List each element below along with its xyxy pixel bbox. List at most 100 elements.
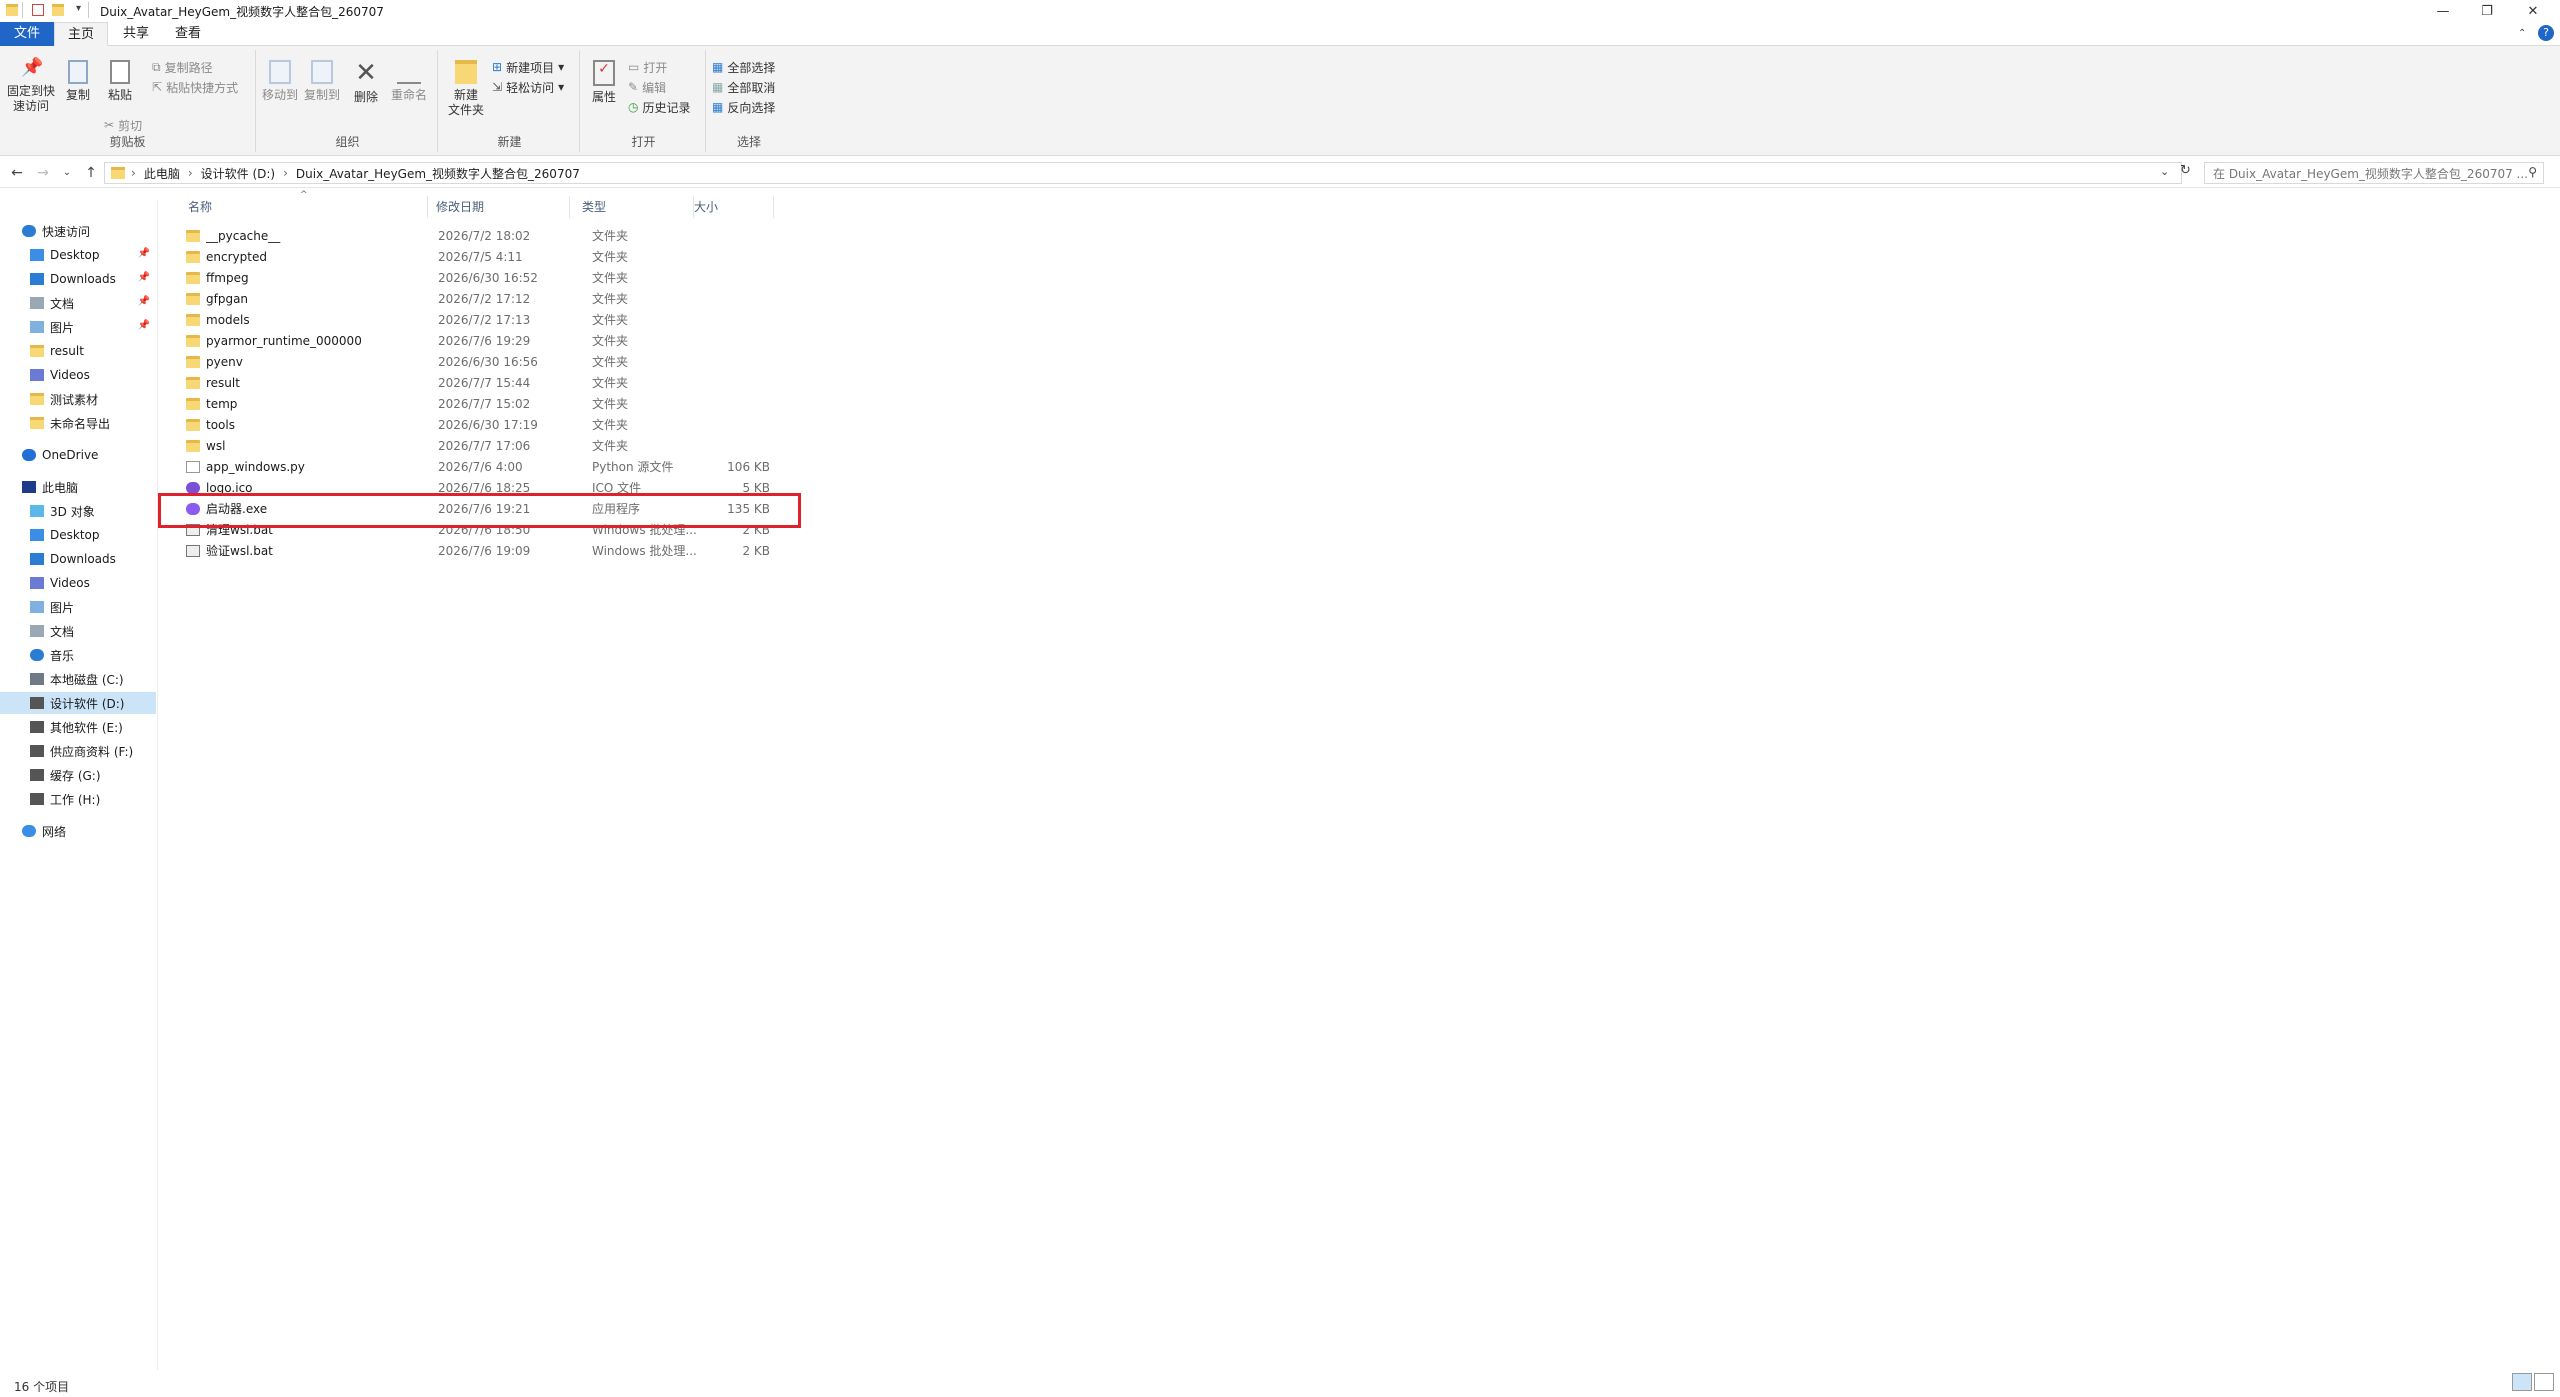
copy-icon: [68, 60, 88, 84]
quick-access-dropdown-icon[interactable]: ▾: [76, 3, 81, 14]
sidebar-item[interactable]: 图片: [0, 596, 156, 618]
file-row[interactable]: result 2026/7/7 15:44 文件夹: [170, 373, 970, 394]
column-header-type[interactable]: 类型: [570, 196, 694, 218]
maximize-button[interactable]: ❐: [2466, 0, 2508, 22]
breadcrumb-this-pc[interactable]: 此电脑: [138, 165, 186, 182]
file-row[interactable]: pyenv 2026/6/30 16:56 文件夹: [170, 352, 970, 373]
collapse-ribbon-icon[interactable]: ⌃: [2518, 28, 2526, 39]
file-row[interactable]: pyarmor_runtime_000000 2026/7/6 19:29 文件夹: [170, 331, 970, 352]
column-header-date[interactable]: 修改日期: [428, 196, 570, 218]
sidebar-item[interactable]: 供应商资料 (F:): [0, 740, 156, 762]
breadcrumb-drive-d[interactable]: 设计软件 (D:): [195, 165, 281, 182]
pin-quick-access-button[interactable]: 📌 固定到快 速访问: [4, 59, 58, 114]
copy-path-button[interactable]: ⧉ 复制路径: [152, 58, 213, 76]
rename-button[interactable]: 重命名: [388, 60, 430, 103]
properties-button[interactable]: ✓ 属性: [586, 60, 622, 105]
sidebar-item[interactable]: 工作 (H:): [0, 788, 156, 810]
sidebar-item[interactable]: 设计软件 (D:): [0, 692, 156, 714]
sidebar-item[interactable]: Downloads 📌: [0, 268, 156, 290]
breadcrumb-current-folder[interactable]: Duix_Avatar_HeyGem_视频数字人整合包_260707: [290, 165, 586, 182]
sidebar-item[interactable]: 未命名导出: [0, 412, 156, 434]
delete-button[interactable]: ✕ 删除: [350, 60, 382, 105]
sidebar-item[interactable]: 文档: [0, 620, 156, 642]
pin-icon[interactable]: 📌: [138, 296, 150, 307]
sidebar-item[interactable]: 快速访问: [0, 220, 156, 242]
tab-home[interactable]: 主页: [54, 22, 108, 46]
pin-icon[interactable]: 📌: [138, 272, 150, 283]
file-row[interactable]: 验证wsl.bat 2026/7/6 19:09 Windows 批处理... 2 K…: [170, 541, 970, 562]
pin-icon[interactable]: 📌: [138, 320, 150, 331]
chevron-right-icon: ›: [283, 166, 288, 180]
sidebar-item[interactable]: 此电脑: [0, 476, 156, 498]
invert-selection-button[interactable]: ▦ 反向选择: [712, 98, 775, 116]
column-header-name[interactable]: 名称: [170, 196, 428, 218]
tab-file[interactable]: 文件: [0, 22, 54, 46]
properties-icon[interactable]: [32, 4, 44, 16]
pin-icon[interactable]: 📌: [138, 248, 150, 259]
copy-to-button[interactable]: 复制到: [302, 60, 342, 103]
open-button[interactable]: ▭ 打开: [628, 58, 667, 76]
file-row[interactable]: tools 2026/6/30 17:19 文件夹: [170, 415, 970, 436]
tab-view[interactable]: 查看: [162, 22, 214, 46]
easy-access-button[interactable]: ⇲ 轻松访问 ▾: [492, 78, 564, 96]
new-folder-button[interactable]: 新建 文件夹: [444, 60, 488, 118]
minimize-button[interactable]: —: [2422, 0, 2464, 22]
sidebar-item[interactable]: Videos: [0, 364, 156, 386]
sidebar-item[interactable]: 文档 📌: [0, 292, 156, 314]
move-to-button[interactable]: 移动到: [260, 60, 300, 103]
sidebar-item[interactable]: Desktop: [0, 524, 156, 546]
file-row[interactable]: encrypted 2026/7/5 4:11 文件夹: [170, 247, 970, 268]
select-none-button[interactable]: ▦ 全部取消: [712, 78, 775, 96]
sidebar-item[interactable]: 网络: [0, 820, 156, 842]
file-row[interactable]: ffmpeg 2026/6/30 16:52 文件夹: [170, 268, 970, 289]
file-row[interactable]: __pycache__ 2026/7/2 18:02 文件夹: [170, 226, 970, 247]
back-arrow-icon[interactable]: ←: [6, 163, 28, 183]
sidebar-item[interactable]: OneDrive: [0, 444, 156, 466]
paste-button[interactable]: 粘贴: [102, 60, 138, 103]
select-none-label: 全部取消: [727, 80, 776, 95]
file-row[interactable]: models 2026/7/2 17:13 文件夹: [170, 310, 970, 331]
forward-arrow-icon[interactable]: →: [32, 163, 54, 183]
file-type: 文件夹: [592, 334, 629, 348]
sidebar-item[interactable]: Desktop 📌: [0, 244, 156, 266]
picture-icon: [30, 601, 44, 613]
sidebar-item[interactable]: Videos: [0, 572, 156, 594]
properties-label: 属性: [591, 90, 616, 104]
sidebar-item[interactable]: 图片 📌: [0, 316, 156, 338]
up-arrow-icon[interactable]: ↑: [80, 163, 102, 183]
cut-button[interactable]: ✂ 剪切: [104, 116, 142, 134]
edit-button[interactable]: ✎ 编辑: [628, 78, 666, 96]
address-bar[interactable]: › 此电脑 › 设计软件 (D:) › Duix_Avatar_HeyGem_视…: [104, 162, 2182, 184]
sidebar-item[interactable]: 缓存 (G:): [0, 764, 156, 786]
sidebar-item-label: 文档: [50, 296, 75, 311]
file-row[interactable]: app_windows.py 2026/7/6 4:00 Python 源文件 106…: [170, 457, 970, 478]
tab-share[interactable]: 共享: [110, 22, 162, 46]
help-icon[interactable]: ?: [2538, 25, 2554, 41]
sidebar-item[interactable]: 本地磁盘 (C:): [0, 668, 156, 690]
details-view-icon[interactable]: [2512, 1373, 2532, 1391]
new-item-button[interactable]: ⊞ 新建项目 ▾: [492, 58, 564, 76]
select-all-button[interactable]: ▦ 全部选择: [712, 58, 775, 76]
file-size: [714, 352, 770, 373]
sidebar-item[interactable]: 测试素材: [0, 388, 156, 410]
history-button[interactable]: ◷ 历史记录: [628, 98, 691, 116]
column-header-size[interactable]: 大小: [694, 196, 774, 218]
large-icons-view-icon[interactable]: [2534, 1373, 2554, 1391]
file-type: Windows 批处理...: [592, 544, 697, 558]
sidebar-item[interactable]: 其他软件 (E:): [0, 716, 156, 738]
refresh-icon[interactable]: ↻: [2180, 163, 2191, 178]
file-row[interactable]: gfpgan 2026/7/2 17:12 文件夹: [170, 289, 970, 310]
paste-shortcut-button[interactable]: ⇱ 粘贴快捷方式: [152, 78, 238, 96]
sidebar-item[interactable]: 3D 对象: [0, 500, 156, 522]
sidebar-item[interactable]: result: [0, 340, 156, 362]
file-row[interactable]: wsl 2026/7/7 17:06 文件夹: [170, 436, 970, 457]
recent-locations-icon[interactable]: ⌄: [56, 163, 78, 183]
new-folder-icon[interactable]: [52, 4, 64, 16]
sidebar-item[interactable]: Downloads: [0, 548, 156, 570]
address-dropdown-icon[interactable]: ⌄: [2160, 165, 2169, 178]
search-input[interactable]: 在 Duix_Avatar_HeyGem_视频数字人整合包_260707 ...…: [2204, 162, 2544, 184]
close-button[interactable]: ✕: [2512, 0, 2554, 22]
file-row[interactable]: temp 2026/7/7 15:02 文件夹: [170, 394, 970, 415]
sidebar-item[interactable]: 音乐: [0, 644, 156, 666]
copy-button[interactable]: 复制: [62, 60, 94, 103]
